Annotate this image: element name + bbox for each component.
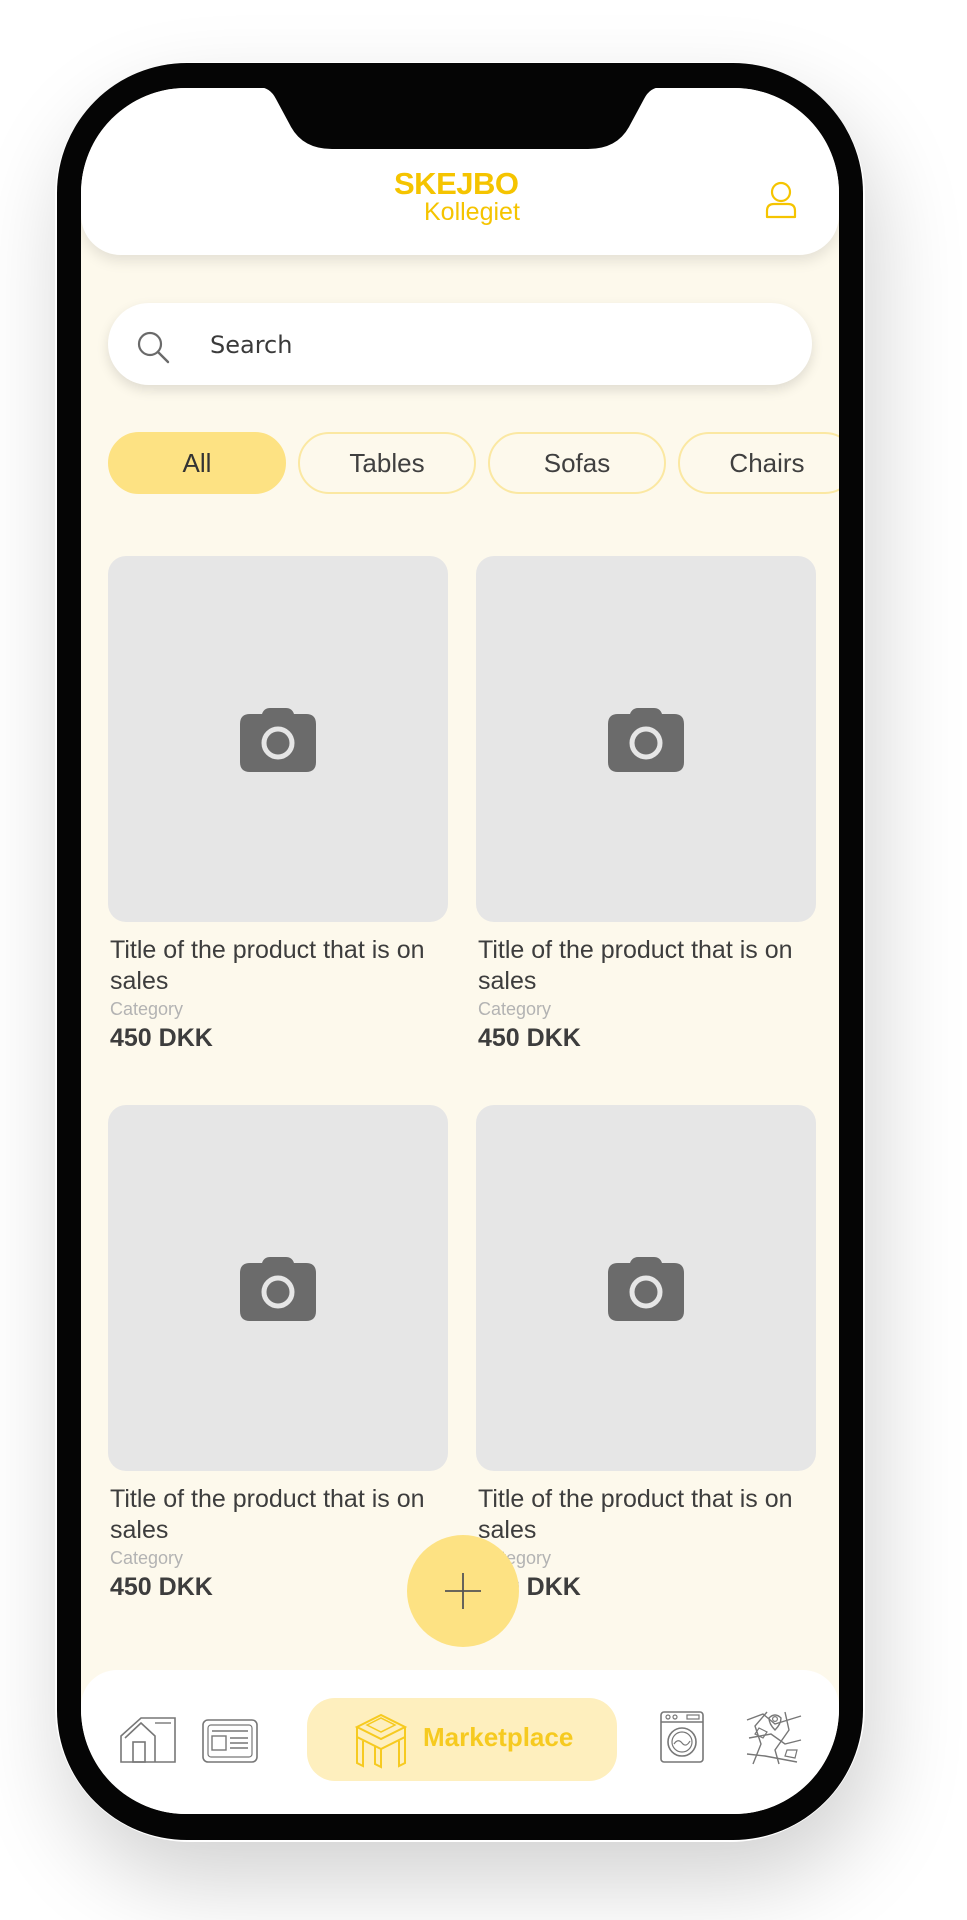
product-category: Category [110, 1548, 184, 1568]
chip-chairs[interactable]: Chairs [678, 432, 839, 494]
product-image-placeholder [476, 556, 816, 922]
furniture-icon [354, 1713, 408, 1769]
product-price: 450 DKK [478, 1024, 581, 1052]
chip-sofas[interactable]: Sofas [488, 432, 666, 494]
product-category: Category [110, 999, 184, 1019]
user-icon [765, 181, 797, 219]
product-card[interactable]: Title of the product that is on sales Ca… [108, 556, 448, 1053]
chip-tables[interactable]: Tables [298, 432, 476, 494]
product-image-placeholder [108, 556, 448, 922]
logo-title: SKEJBO [394, 166, 519, 201]
camera-icon [240, 1257, 316, 1321]
washing-machine-icon [660, 1711, 704, 1763]
product-price: 450 DKK [110, 1024, 213, 1052]
product-price: 450 DKK [110, 1573, 213, 1601]
camera-icon [608, 708, 684, 772]
product-card[interactable]: Title of the product that is on sales Ca… [108, 1105, 448, 1602]
chip-all[interactable]: All [108, 432, 286, 494]
search-bar[interactable] [108, 303, 812, 385]
nav-laundry[interactable] [659, 1710, 705, 1768]
product-category: Category [478, 999, 552, 1019]
profile-button[interactable] [763, 180, 799, 220]
app-screen: SKEJBO Kollegiet All Tables Sofas Chairs [81, 88, 839, 1814]
stage: SKEJBO Kollegiet All Tables Sofas Chairs [0, 0, 967, 1920]
product-title: Title of the product that is on sales [478, 936, 793, 995]
search-icon [137, 331, 170, 364]
nav-home[interactable] [119, 1714, 177, 1768]
home-icon [120, 1717, 176, 1763]
add-listing-button[interactable] [407, 1535, 519, 1647]
bottom-navigation: Marketplace [81, 1670, 839, 1814]
product-card[interactable]: Title of the product that is on sales Ca… [476, 556, 816, 1053]
map-icon [746, 1711, 802, 1765]
nav-map[interactable] [745, 1710, 803, 1770]
product-title: Title of the product that is on sales [110, 1485, 425, 1544]
search-input[interactable] [208, 321, 772, 369]
product-price: 450 DKK [478, 1573, 581, 1601]
category-filter: All Tables Sofas Chairs [108, 432, 839, 496]
product-card[interactable]: Title of the product that is on sales Ca… [476, 1105, 816, 1602]
product-title: Title of the product that is on sales [478, 1485, 793, 1544]
phone-notch [258, 87, 662, 149]
plus-icon [445, 1573, 481, 1609]
product-image-placeholder [108, 1105, 448, 1471]
nav-marketplace-label: Marketplace [423, 1722, 574, 1752]
newspaper-icon [202, 1719, 258, 1763]
camera-icon [608, 1257, 684, 1321]
camera-icon [240, 708, 316, 772]
nav-marketplace[interactable]: Marketplace [307, 1698, 617, 1781]
product-image-placeholder [476, 1105, 816, 1471]
nav-news[interactable] [201, 1718, 259, 1768]
product-title: Title of the product that is on sales [110, 936, 425, 995]
app-logo: SKEJBO Kollegiet [394, 168, 520, 225]
logo-subtitle: Kollegiet [424, 198, 520, 226]
product-category: Category [478, 1548, 552, 1568]
